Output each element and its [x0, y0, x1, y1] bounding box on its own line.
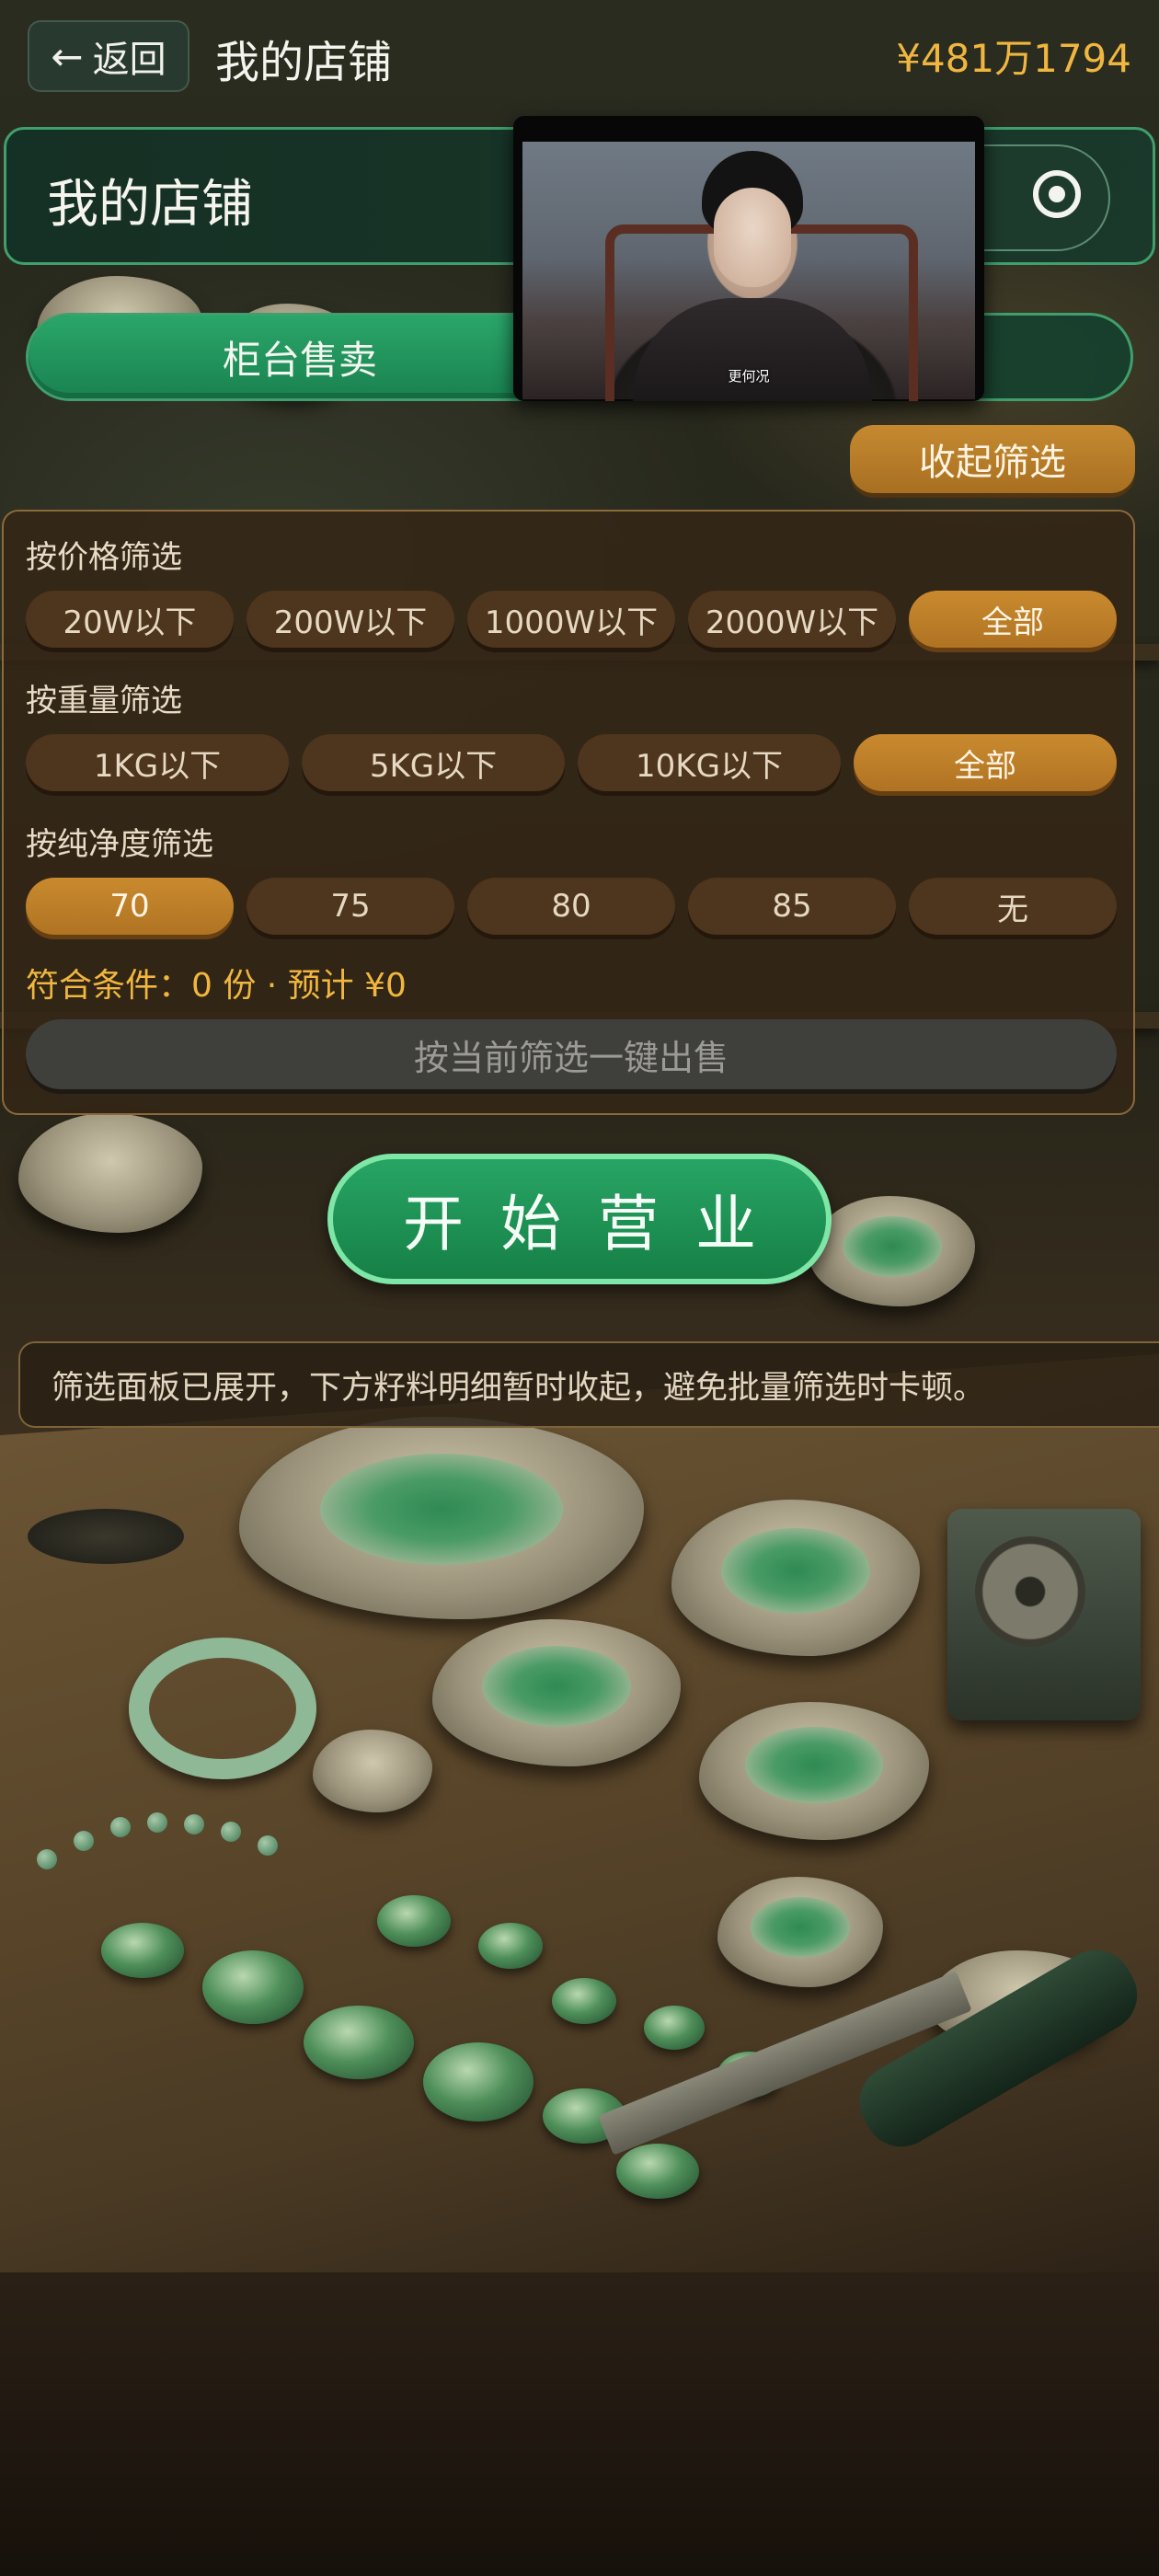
jade-bead	[110, 1817, 131, 1837]
top-bar: ← 返回 我的店铺 ¥481万1794	[0, 0, 1159, 110]
match-summary: 符合条件：0 份 · 预计 ¥0	[26, 967, 407, 1005]
arrow-left-icon: ←	[51, 33, 84, 79]
jade-pendant	[616, 2144, 699, 2199]
video-frame: 更何况	[522, 142, 975, 401]
jade-bead	[221, 1822, 241, 1842]
filter-panel: 按价格筛选 20W以下 200W以下 1000W以下 2000W以下 全部 按重…	[2, 510, 1135, 1115]
jade-pendant	[552, 1978, 616, 2024]
jade-pendant	[644, 2006, 705, 2050]
purity-chip-80[interactable]: 80	[467, 878, 675, 935]
purity-chip-70[interactable]: 70	[26, 878, 234, 935]
jade-stone	[699, 1702, 929, 1840]
video-figure-face	[714, 188, 791, 287]
radio-selected-icon	[1033, 170, 1081, 218]
price-chip-2000w[interactable]: 2000W以下	[688, 591, 896, 648]
purity-filter-label: 按纯净度筛选	[26, 826, 213, 863]
jade-pendant	[478, 1923, 543, 1969]
jade-pendant	[423, 2042, 534, 2122]
jade-stone	[432, 1619, 681, 1766]
weight-chip-5kg[interactable]: 5KG以下	[302, 734, 565, 791]
jade-bead	[184, 1814, 204, 1834]
jade-bead	[74, 1831, 94, 1851]
jade-stone	[239, 1417, 644, 1619]
jade-pendant	[304, 2006, 414, 2079]
cutting-machine	[947, 1509, 1141, 1720]
jade-bead	[37, 1849, 57, 1869]
shop-name: 我的店铺	[47, 175, 253, 235]
purity-chip-85[interactable]: 85	[688, 878, 896, 935]
weight-chip-1kg[interactable]: 1KG以下	[26, 734, 289, 791]
one-click-sell-button[interactable]: 按当前筛选一键出售	[26, 1019, 1117, 1089]
jade-stone	[671, 1500, 920, 1656]
video-caption: 更何况	[728, 368, 770, 385]
back-label: 返回	[92, 39, 166, 81]
price-chip-1000w[interactable]: 1000W以下	[467, 591, 675, 648]
price-chip-200w[interactable]: 200W以下	[247, 591, 454, 648]
info-notice: 筛选面板已展开，下方籽料明细暂时收起，避免批量筛选时卡顿。	[18, 1341, 1159, 1428]
jade-bead	[258, 1835, 278, 1856]
jade-bead	[147, 1812, 167, 1833]
price-filter-label: 按价格筛选	[26, 539, 182, 576]
weight-filter-label: 按重量筛选	[26, 683, 182, 719]
jade-stone	[717, 1877, 883, 1987]
rough-stone	[18, 1113, 202, 1233]
jade-pendant	[202, 1950, 304, 2024]
money-balance: ¥481万1794	[896, 36, 1131, 81]
back-button[interactable]: ← 返回	[28, 20, 189, 92]
price-chip-20w[interactable]: 20W以下	[26, 591, 234, 648]
weight-chip-10kg[interactable]: 10KG以下	[578, 734, 841, 791]
tab-counter-sale[interactable]: 柜台售卖	[29, 316, 571, 398]
jade-pendant	[377, 1895, 451, 1947]
start-business-button[interactable]: 开始营业	[327, 1154, 832, 1284]
table-front	[0, 2272, 1159, 2576]
jade-stone	[313, 1730, 432, 1812]
lamp-base	[28, 1509, 184, 1564]
video-overlay[interactable]: 更何况	[513, 116, 984, 401]
collapse-filter-button[interactable]: 收起筛选	[850, 425, 1135, 493]
jade-pendant	[101, 1923, 184, 1978]
page-title: 我的店铺	[215, 37, 393, 88]
jade-bangle	[129, 1638, 316, 1779]
rough-stone	[809, 1196, 975, 1306]
purity-chip-75[interactable]: 75	[247, 878, 454, 935]
purity-chip-none[interactable]: 无	[909, 878, 1117, 935]
weight-chip-all[interactable]: 全部	[854, 734, 1117, 791]
price-chip-all[interactable]: 全部	[909, 591, 1117, 648]
